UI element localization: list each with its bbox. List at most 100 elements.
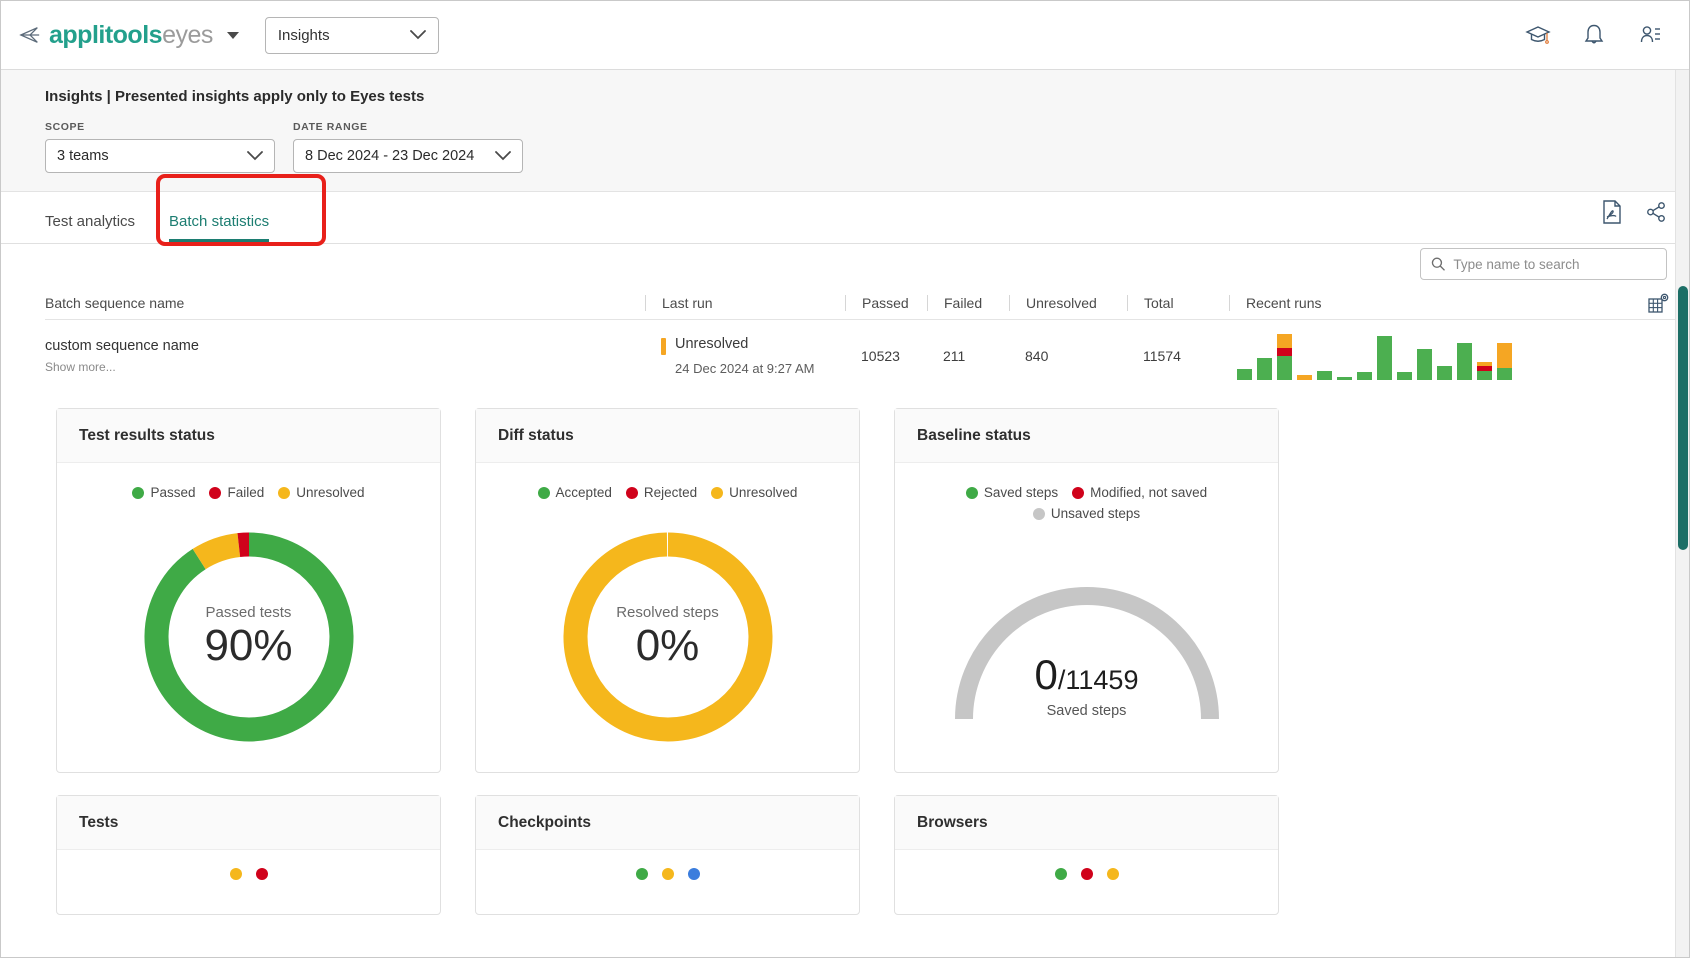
- legend-item: Accepted: [538, 485, 612, 500]
- chevron-down-icon: [495, 151, 511, 161]
- gauge-numerator: 0: [1035, 651, 1058, 698]
- legend-item: [1055, 868, 1067, 880]
- brand-logo-group[interactable]: applitoolseyes: [19, 21, 239, 50]
- card-body: [476, 850, 859, 904]
- legend-dot-unsaved-steps: [1033, 508, 1045, 520]
- batch-statistics-table: Batch sequence name Last run Passed Fail…: [1, 286, 1689, 392]
- recent-run-bar[interactable]: [1357, 372, 1372, 380]
- export-toolbar: [1601, 200, 1667, 224]
- show-more-link[interactable]: Show more...: [45, 360, 116, 374]
- recent-runs-sparkline[interactable]: [1229, 332, 1512, 380]
- recent-run-bar[interactable]: [1337, 377, 1352, 380]
- filter-bar: SCOPE 3 teams DATE RANGE 8 Dec 2024 - 23…: [45, 121, 1689, 173]
- gauge-center-value: 0/11459: [942, 651, 1232, 699]
- card-title: Baseline status: [917, 427, 1031, 445]
- recent-run-bar[interactable]: [1397, 372, 1412, 380]
- column-header-total[interactable]: Total: [1127, 295, 1229, 311]
- total-value: 11574: [1143, 348, 1181, 364]
- card-browsers: Browsers: [894, 795, 1279, 915]
- graduation-cap-icon[interactable]: [1525, 22, 1551, 48]
- legend-label: Unresolved: [296, 485, 364, 500]
- cell-unresolved: 840: [1009, 348, 1127, 364]
- recent-run-bar[interactable]: [1377, 336, 1392, 380]
- brand-bold: applitools: [49, 21, 162, 49]
- column-header-passed[interactable]: Passed: [845, 295, 927, 311]
- user-list-icon[interactable]: [1637, 22, 1663, 48]
- date-range-value: 8 Dec 2024 - 23 Dec 2024: [305, 148, 474, 164]
- gauge-center: 0/11459 Saved steps: [942, 651, 1232, 719]
- card-header: Diff status: [476, 409, 859, 463]
- batch-name-text[interactable]: custom sequence name: [45, 338, 199, 354]
- legend-diff-status: Accepted Rejected Unresolved: [538, 485, 798, 500]
- tab-batch-statistics[interactable]: Batch statistics: [169, 213, 291, 243]
- legend-label: Rejected: [644, 485, 697, 500]
- date-range-select[interactable]: 8 Dec 2024 - 23 Dec 2024: [293, 139, 523, 173]
- legend-item: [1107, 868, 1119, 880]
- search-input[interactable]: [1453, 257, 1656, 272]
- recent-run-bar[interactable]: [1497, 343, 1512, 380]
- recent-run-segment-unresolved: [1297, 375, 1312, 380]
- table-row[interactable]: custom sequence name Show more... Unreso…: [45, 320, 1689, 392]
- scope-value: 3 teams: [57, 148, 109, 164]
- scope-select[interactable]: 3 teams: [45, 139, 275, 173]
- bell-icon[interactable]: [1581, 22, 1607, 48]
- app-selector[interactable]: Insights: [265, 17, 439, 54]
- gauge-chart-baseline-status[interactable]: 0/11459 Saved steps: [942, 567, 1232, 727]
- page-header: Insights | Presented insights apply only…: [1, 70, 1689, 192]
- pdf-export-icon[interactable]: [1601, 200, 1623, 224]
- search-box[interactable]: [1420, 248, 1667, 280]
- card-tests: Tests: [56, 795, 441, 915]
- status-indicator-bar: [661, 338, 666, 355]
- legend-test-results: Passed Failed Unresolved: [132, 485, 364, 500]
- topbar-icons: [1525, 22, 1673, 48]
- legend-dot-saved-steps: [966, 487, 978, 499]
- recent-run-segment-passed: [1337, 377, 1352, 380]
- legend-dot-amber: [662, 868, 674, 880]
- brand-name: applitoolseyes: [49, 21, 213, 50]
- donut-center-value: 90%: [204, 623, 292, 669]
- card-header: Test results status: [57, 409, 440, 463]
- vertical-scrollbar[interactable]: [1675, 70, 1689, 957]
- recent-run-segment-passed: [1497, 368, 1512, 380]
- donut-center: Resolved steps 0%: [557, 526, 779, 748]
- recent-run-bar[interactable]: [1417, 349, 1432, 380]
- recent-run-bar[interactable]: [1317, 371, 1332, 380]
- column-header-failed[interactable]: Failed: [927, 295, 1009, 311]
- search-row: [1, 244, 1689, 286]
- recent-run-bar[interactable]: [1257, 358, 1272, 380]
- legend-item: [256, 868, 268, 880]
- recent-run-bar[interactable]: [1297, 375, 1312, 380]
- recent-run-bar[interactable]: [1457, 343, 1472, 380]
- donut-chart-test-results[interactable]: Passed tests 90%: [138, 526, 360, 748]
- donut-chart-diff-status[interactable]: Resolved steps 0%: [557, 526, 779, 748]
- scrollbar-thumb[interactable]: [1678, 286, 1688, 550]
- column-header-batch-sequence-name[interactable]: Batch sequence name: [45, 295, 645, 311]
- legend-item: [230, 868, 242, 880]
- legend-item: Saved steps: [966, 485, 1058, 500]
- app-selector-value: Insights: [278, 27, 330, 44]
- recent-run-bar[interactable]: [1277, 334, 1292, 380]
- recent-run-bar[interactable]: [1237, 369, 1252, 380]
- passed-value: 10523: [861, 348, 900, 364]
- legend-dot-rejected: [626, 487, 638, 499]
- share-icon[interactable]: [1645, 200, 1667, 224]
- column-header-unresolved[interactable]: Unresolved: [1009, 295, 1127, 311]
- cell-batch-sequence-name: custom sequence name Show more...: [45, 338, 645, 374]
- date-range-filter: DATE RANGE 8 Dec 2024 - 23 Dec 2024: [293, 121, 523, 173]
- scope-filter: SCOPE 3 teams: [45, 121, 275, 173]
- legend-item: Unresolved: [711, 485, 797, 500]
- recent-run-bar[interactable]: [1477, 362, 1492, 380]
- card-checkpoints: Checkpoints: [475, 795, 860, 915]
- column-header-last-run[interactable]: Last run: [645, 295, 845, 311]
- legend-item: Unresolved: [278, 485, 364, 500]
- donut-center-label: Passed tests: [206, 604, 292, 621]
- brand-chevron-down-icon[interactable]: [227, 32, 239, 39]
- cell-last-run: Unresolved 24 Dec 2024 at 9:27 AM: [645, 336, 845, 376]
- card-title: Browsers: [917, 814, 988, 832]
- tab-test-analytics[interactable]: Test analytics: [45, 213, 169, 243]
- table-settings-gear-icon[interactable]: [1647, 291, 1671, 315]
- legend-dot-unresolved: [711, 487, 723, 499]
- recent-run-bar[interactable]: [1437, 366, 1452, 380]
- column-header-recent-runs[interactable]: Recent runs: [1229, 295, 1629, 311]
- card-title: Tests: [79, 814, 118, 832]
